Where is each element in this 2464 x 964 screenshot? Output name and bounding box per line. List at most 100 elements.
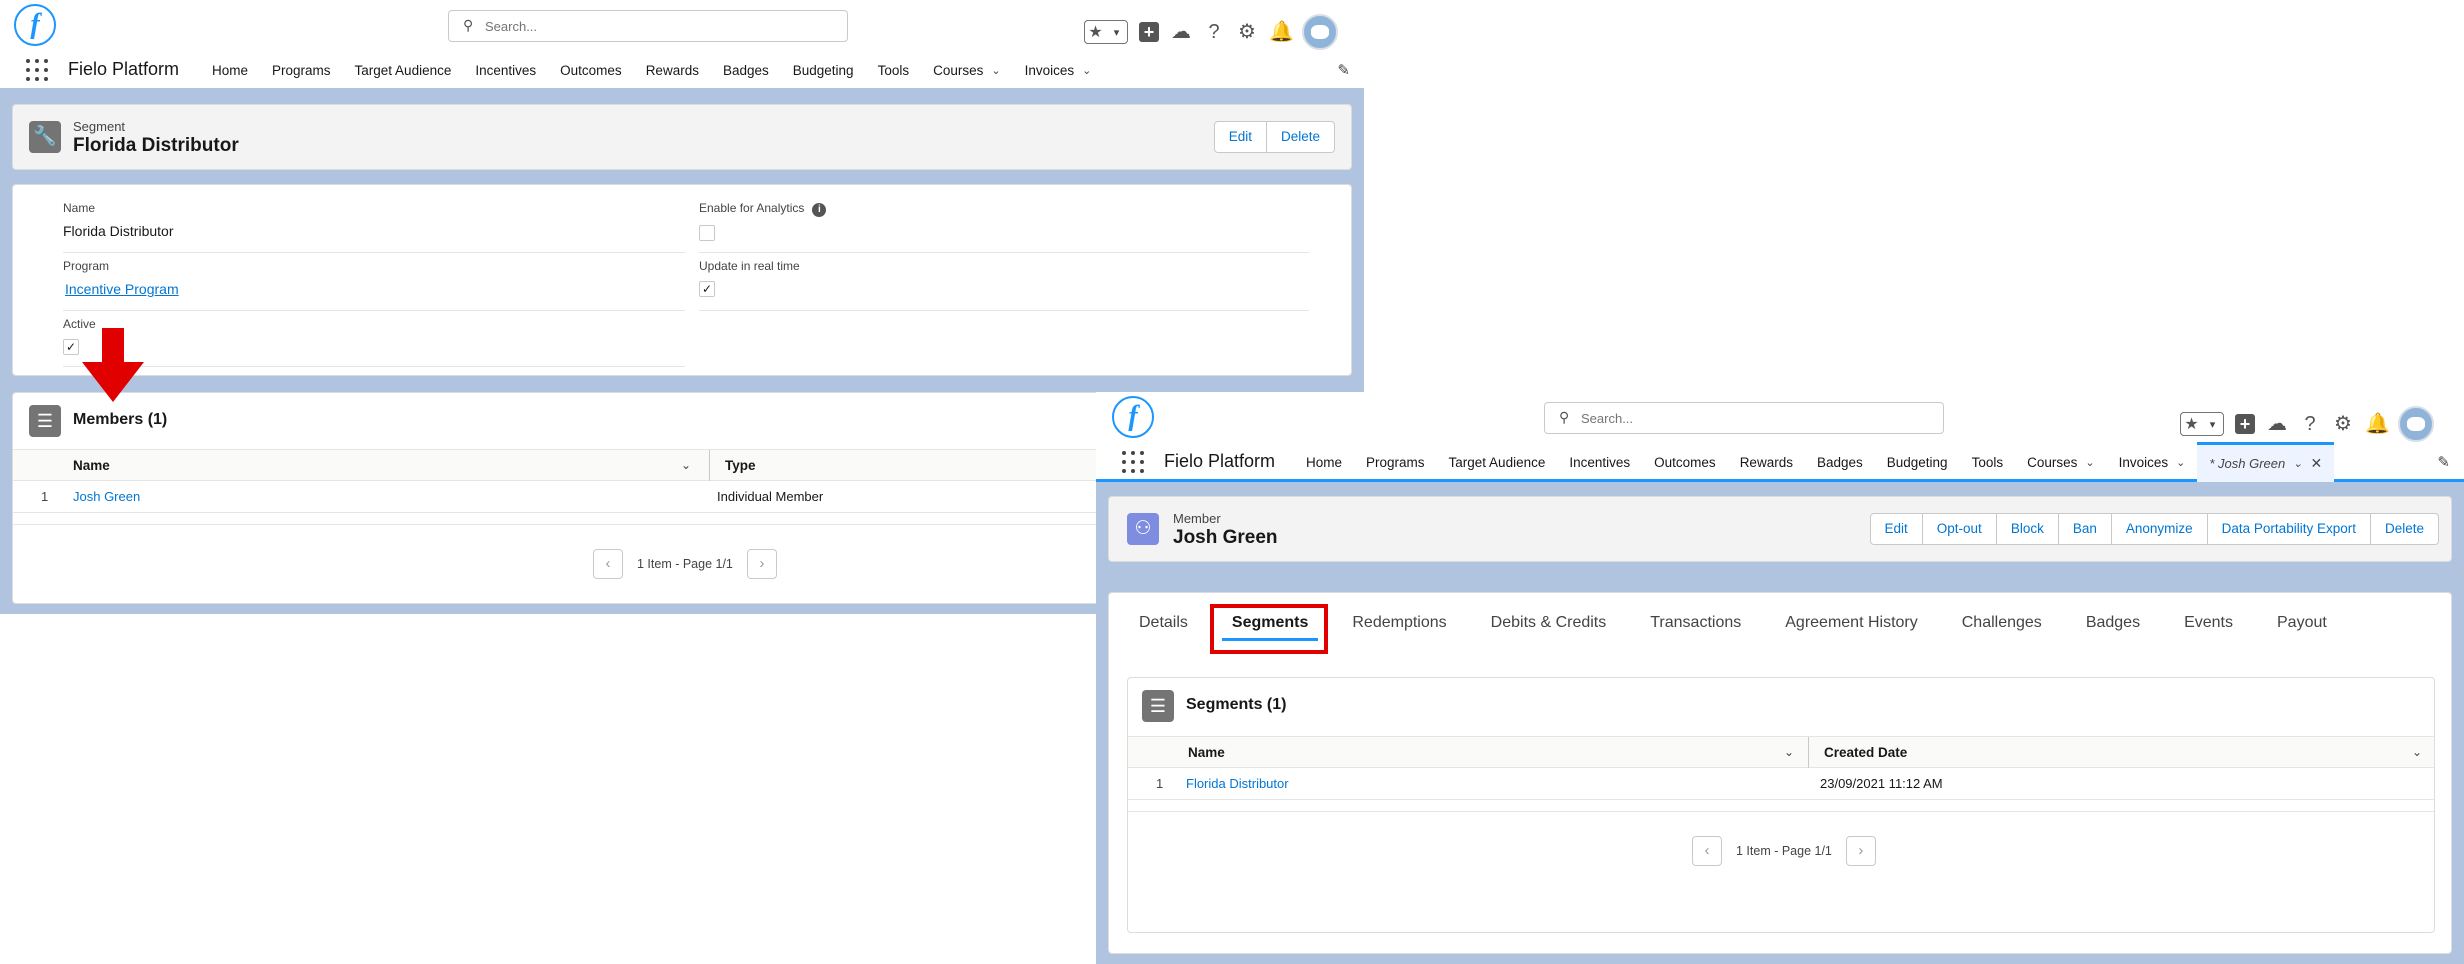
chevron-left-icon[interactable]: ‹: [1692, 836, 1722, 866]
chevron-down-icon[interactable]: ⌄: [2412, 737, 2422, 768]
pager-text: 1 Item - Page 1/1: [637, 557, 733, 571]
nav-invoices[interactable]: Invoices ⌄: [2107, 442, 2198, 482]
favorites-button[interactable]: ★ ▾: [2180, 412, 2224, 436]
bell-icon[interactable]: 🔔: [2365, 412, 2390, 436]
nav-budgeting[interactable]: Budgeting: [781, 50, 866, 90]
cloud-icon[interactable]: ☁: [2266, 412, 2288, 436]
row-number: 1: [1156, 776, 1164, 791]
avatar[interactable]: [1302, 14, 1338, 50]
waffle-icon[interactable]: [1122, 451, 1144, 473]
nav-incentives[interactable]: Incentives: [1557, 442, 1642, 482]
chevron-right-icon[interactable]: ›: [1845, 836, 1876, 866]
tab-payout[interactable]: Payout: [2255, 597, 2349, 649]
app-nav-bar: Fielo Platform Home Programs Target Audi…: [0, 50, 1364, 90]
gear-icon[interactable]: ⚙: [1236, 20, 1258, 44]
active-field: Active ✓: [63, 317, 685, 367]
chevron-down-icon[interactable]: ⌄: [1784, 737, 1794, 768]
anonymize-button[interactable]: Anonymize: [2110, 513, 2208, 545]
member-link[interactable]: Josh Green: [73, 481, 140, 512]
data-portability-export-button[interactable]: Data Portability Export: [2206, 513, 2371, 545]
plus-icon[interactable]: +: [2235, 414, 2255, 434]
help-icon[interactable]: ?: [2299, 412, 2321, 436]
pagination: ‹ 1 Item - Page 1/1 ›: [593, 549, 777, 579]
search-input[interactable]: ⚲ Search...: [448, 10, 848, 42]
delete-button[interactable]: Delete: [1265, 121, 1335, 153]
analytics-checkbox: [699, 225, 715, 241]
nav-rewards[interactable]: Rewards: [634, 50, 711, 90]
nav-outcomes[interactable]: Outcomes: [548, 50, 634, 90]
gear-icon[interactable]: ⚙: [2332, 412, 2354, 436]
fielo-logo[interactable]: f: [14, 4, 56, 46]
close-icon[interactable]: ✕: [2310, 455, 2322, 472]
nav-items: Home Programs Target Audience Incentives…: [1294, 442, 2335, 482]
nav-budgeting[interactable]: Budgeting: [1875, 442, 1960, 482]
pencil-icon[interactable]: ✎: [1337, 61, 1350, 79]
nav-target-audience[interactable]: Target Audience: [1437, 442, 1558, 482]
table-row: 1 Florida Distributor 23/09/2021 11:12 A…: [1128, 768, 2434, 800]
nav-outcomes[interactable]: Outcomes: [1642, 442, 1728, 482]
nav-home[interactable]: Home: [200, 50, 260, 90]
favorites-button[interactable]: ★ ▾: [1084, 20, 1128, 44]
nav-tools[interactable]: Tools: [1960, 442, 2016, 482]
nav-incentives[interactable]: Incentives: [463, 50, 548, 90]
tab-details[interactable]: Details: [1117, 597, 1210, 649]
name-label: Name: [63, 201, 96, 215]
column-name[interactable]: Name: [1180, 737, 1225, 768]
row-number: 1: [41, 489, 49, 504]
chevron-down-icon[interactable]: ⌄: [2293, 457, 2302, 470]
related-list-title[interactable]: Members (1): [73, 411, 167, 429]
tab-redemptions[interactable]: Redemptions: [1330, 597, 1468, 649]
pencil-icon[interactable]: ✎: [2437, 453, 2450, 471]
ban-button[interactable]: Ban: [2057, 513, 2112, 545]
program-label: Program: [63, 259, 110, 273]
nav-badges[interactable]: Badges: [711, 50, 781, 90]
nav-programs[interactable]: Programs: [260, 50, 343, 90]
chevron-left-icon[interactable]: ‹: [593, 549, 623, 579]
plus-icon[interactable]: +: [1139, 22, 1159, 42]
search-input[interactable]: ⚲ Search...: [1544, 402, 1944, 434]
column-created-date[interactable]: Created Date: [1816, 737, 1907, 768]
bell-icon[interactable]: 🔔: [1269, 20, 1294, 44]
column-type[interactable]: Type: [717, 450, 756, 481]
nav-courses[interactable]: Courses ⌄: [921, 50, 1013, 90]
details-card: Name Florida Distributor Program Incenti…: [12, 184, 1352, 376]
waffle-icon[interactable]: [26, 59, 48, 81]
chevron-right-icon[interactable]: ›: [746, 549, 777, 579]
column-divider[interactable]: [1808, 737, 1809, 768]
nav-target-audience[interactable]: Target Audience: [343, 50, 464, 90]
info-icon[interactable]: i: [812, 203, 827, 217]
nav-rewards[interactable]: Rewards: [1728, 442, 1805, 482]
delete-button[interactable]: Delete: [2369, 513, 2439, 545]
avatar[interactable]: [2398, 406, 2434, 442]
search-icon: ⚲: [1559, 409, 1570, 425]
tab-debits-credits[interactable]: Debits & Credits: [1469, 597, 1629, 649]
record-actions: Edit Opt-out Block Ban Anonymize Data Po…: [1869, 513, 2439, 545]
members-icon: ☰: [29, 405, 61, 437]
tab-badges[interactable]: Badges: [2064, 597, 2162, 649]
block-button[interactable]: Block: [1995, 513, 2059, 545]
column-divider[interactable]: [709, 450, 710, 481]
fielo-logo[interactable]: f: [1112, 396, 1154, 438]
tab-transactions[interactable]: Transactions: [1628, 597, 1763, 649]
related-list-title[interactable]: Segments (1): [1186, 696, 1286, 714]
tab-events[interactable]: Events: [2162, 597, 2255, 649]
tab-agreement-history[interactable]: Agreement History: [1763, 597, 1940, 649]
nav-courses[interactable]: Courses ⌄: [2015, 442, 2107, 482]
edit-button[interactable]: Edit: [1869, 513, 1923, 545]
help-icon[interactable]: ?: [1203, 20, 1225, 44]
segment-link[interactable]: Florida Distributor: [1186, 768, 1289, 799]
nav-badges[interactable]: Badges: [1805, 442, 1875, 482]
nav-tools[interactable]: Tools: [866, 50, 922, 90]
opt-out-button[interactable]: Opt-out: [1921, 513, 1997, 545]
edit-button[interactable]: Edit: [1213, 121, 1267, 153]
star-icon: ★: [2184, 416, 2199, 433]
cloud-icon[interactable]: ☁: [1170, 20, 1192, 44]
nav-programs[interactable]: Programs: [1354, 442, 1437, 482]
chevron-down-icon[interactable]: ⌄: [681, 450, 691, 481]
nav-home[interactable]: Home: [1294, 442, 1354, 482]
tab-challenges[interactable]: Challenges: [1940, 597, 2064, 649]
open-record-tab[interactable]: * Josh Green ⌄ ✕: [2197, 442, 2335, 482]
nav-invoices[interactable]: Invoices ⌄: [1013, 50, 1104, 90]
column-name[interactable]: Name: [65, 450, 110, 481]
program-link[interactable]: Incentive Program: [65, 281, 685, 297]
